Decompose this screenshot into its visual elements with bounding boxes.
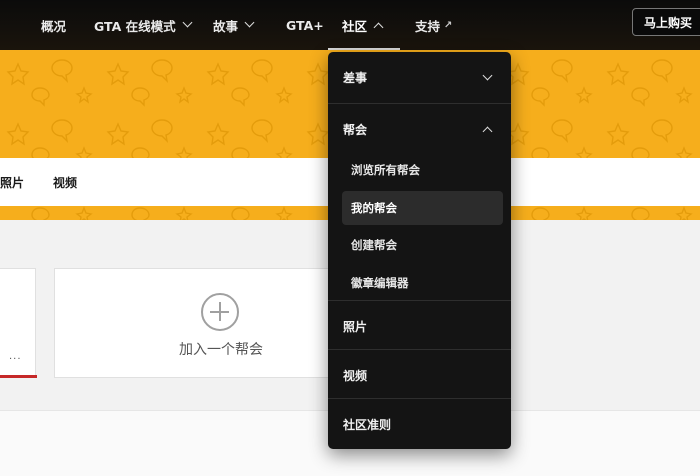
menu-item-guidelines-label: 社区准则 [343, 417, 392, 432]
menu-item-guidelines[interactable]: 社区准则 [328, 399, 511, 449]
add-circle-icon [201, 293, 239, 331]
menu-item-crews[interactable]: 帮会 [328, 104, 511, 154]
chevron-up-icon [373, 22, 384, 32]
nav-story[interactable]: 故事 [213, 0, 255, 50]
chevron-down-icon [244, 17, 255, 28]
menu-item-photos-label: 照片 [343, 319, 368, 334]
submenu-browse-crews[interactable]: 浏览所有帮会 [342, 153, 503, 187]
crew-card-accent [0, 375, 37, 378]
join-crew-label: 加入一个帮会 [179, 342, 263, 358]
nav-overview[interactable]: 概况 [41, 0, 66, 50]
menu-item-heists-label: 差事 [343, 70, 368, 85]
menu-item-videos[interactable]: 视频 [328, 350, 511, 400]
nav-story-label: 故事 [213, 18, 239, 34]
nav-community[interactable]: 社区 [342, 0, 384, 50]
nav-support[interactable]: 支持 ↗ [415, 0, 452, 50]
chevron-down-icon [482, 70, 493, 80]
crew-card[interactable]: ... [0, 268, 37, 378]
external-link-icon: ↗ [444, 19, 453, 31]
tab-videos[interactable]: 视频 [53, 158, 77, 206]
nav-overview-label: 概况 [41, 18, 67, 34]
submenu-emblem-editor[interactable]: 徽章编辑器 [342, 266, 503, 300]
community-dropdown: 差事 帮会 浏览所有帮会 我的帮会 创建帮会 徽章编辑器 照片 视频 社区准则 [328, 52, 511, 449]
menu-item-heists[interactable]: 差事 [328, 52, 511, 102]
top-navigation: 概况 GTA 在线模式 故事 GTA+ 社区 支持 ↗ 马上购买 [0, 0, 700, 50]
nav-gta-online[interactable]: GTA 在线模式 [94, 0, 193, 50]
chevron-down-icon [182, 17, 193, 28]
nav-gta-plus-label: GTA+ [286, 17, 324, 33]
nav-support-label: 支持 [415, 18, 441, 34]
nav-gta-plus[interactable]: GTA+ [286, 0, 324, 50]
nav-community-label: 社区 [342, 18, 368, 34]
nav-active-indicator [328, 48, 400, 50]
chevron-up-icon [482, 126, 493, 137]
menu-item-videos-label: 视频 [343, 368, 368, 383]
menu-item-crews-label: 帮会 [343, 122, 368, 137]
join-crew-card[interactable]: 加入一个帮会 [54, 268, 344, 378]
tab-photos[interactable]: 照片 [0, 158, 24, 206]
submenu-my-crews[interactable]: 我的帮会 [342, 191, 503, 225]
menu-item-photos[interactable]: 照片 [328, 301, 511, 351]
submenu-create-crew[interactable]: 创建帮会 [342, 228, 503, 262]
buy-now-button[interactable]: 马上购买 [632, 8, 700, 36]
nav-gta-online-label: GTA 在线模式 [94, 18, 176, 34]
crew-card-more: ... [9, 351, 22, 362]
